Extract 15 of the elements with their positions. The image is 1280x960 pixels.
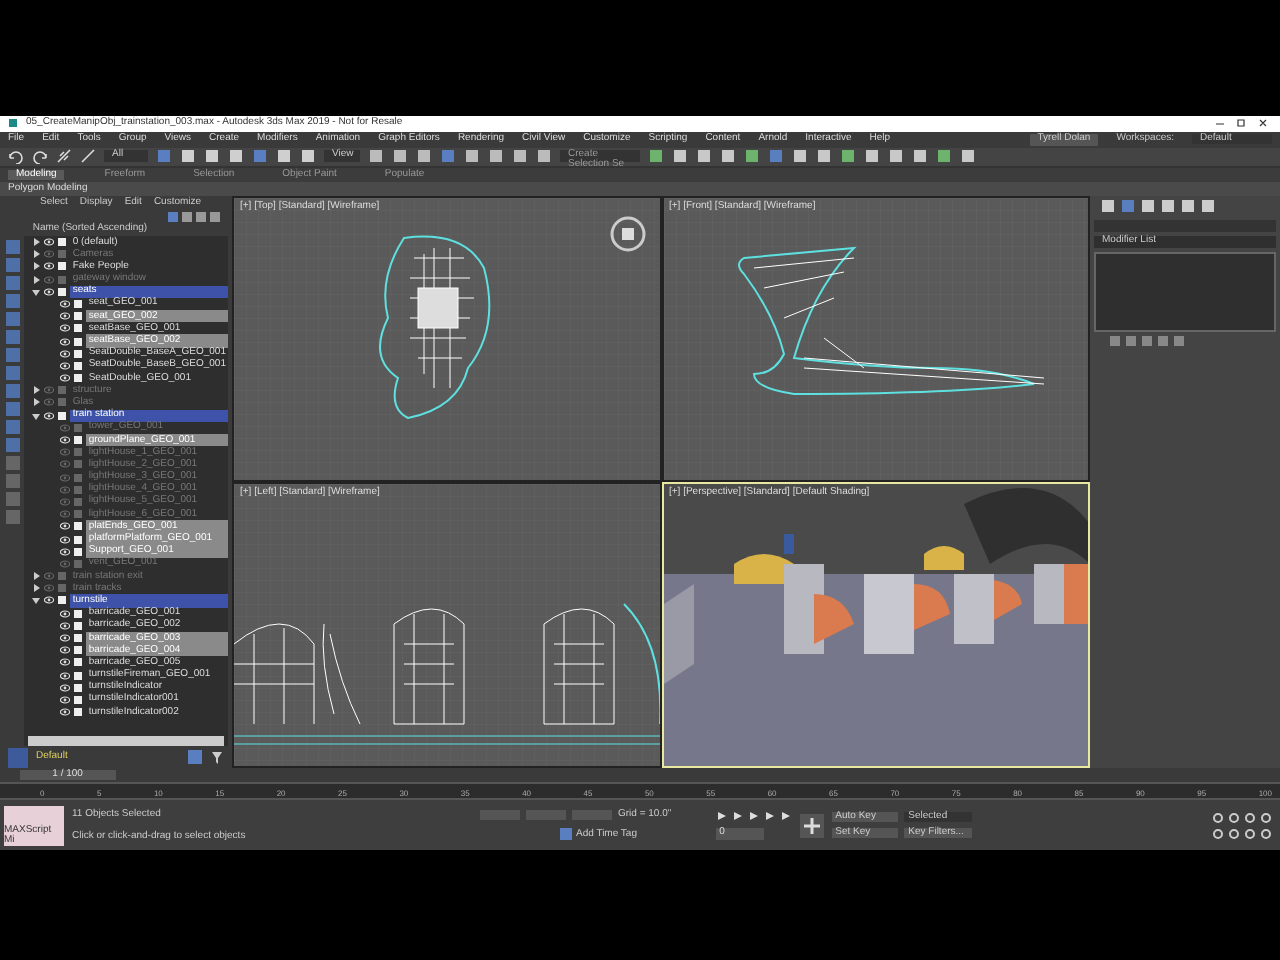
expand-arrow-icon[interactable]: [32, 596, 41, 605]
scene-explorer-icon[interactable]: [188, 750, 202, 765]
horizontal-scrollbar[interactable]: [28, 736, 224, 747]
time-tag-icon[interactable]: [560, 828, 572, 841]
tool-icon[interactable]: [32, 148, 48, 165]
window-controls-icon[interactable]: [1212, 118, 1272, 129]
expand-arrow-icon[interactable]: [32, 287, 41, 296]
viewcube-icon[interactable]: [610, 216, 646, 252]
app-icon: [8, 118, 18, 129]
tool-icon[interactable]: [80, 148, 96, 165]
tool-icon[interactable]: [8, 148, 24, 165]
expand-arrow-icon[interactable]: [32, 411, 41, 420]
filter-icon[interactable]: [210, 750, 224, 765]
set-key-icon[interactable]: [799, 813, 824, 838]
tool-icon[interactable]: [56, 148, 72, 165]
